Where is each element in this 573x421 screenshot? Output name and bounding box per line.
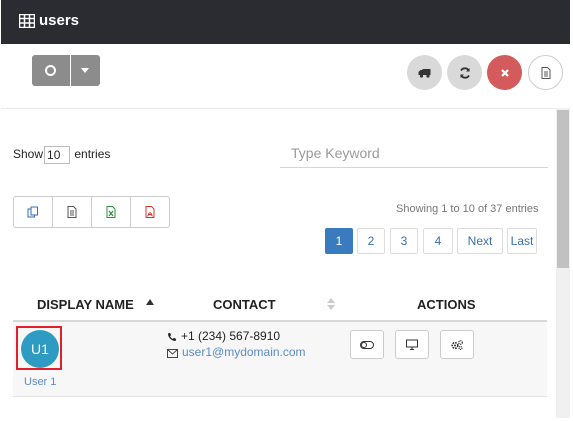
table-grid-icon [19, 14, 35, 28]
monitor-button[interactable] [395, 330, 429, 359]
truck-icon [418, 68, 430, 78]
pdf-button[interactable] [131, 197, 169, 227]
delete-button[interactable] [487, 55, 522, 90]
copy-button[interactable] [14, 197, 53, 227]
status-split-button [32, 55, 100, 86]
entries-select[interactable]: 10 [44, 146, 71, 164]
sort-ascending-icon [146, 299, 154, 305]
truck-button[interactable] [407, 55, 442, 90]
search-placeholder: Type Keyword [291, 145, 380, 161]
next-page-button[interactable]: Next [457, 228, 503, 254]
csv-button[interactable] [53, 197, 92, 227]
refresh-icon [459, 66, 470, 79]
table-info: Showing 1 to 10 of 37 entries [396, 203, 539, 215]
avatar[interactable]: U1 [21, 330, 59, 368]
column-header-display-name[interactable]: DISPLAY NAME [37, 297, 134, 312]
toolbar [1, 44, 570, 109]
phone-contact: +1 (234) 567-8910 [167, 329, 280, 343]
close-icon [500, 68, 509, 77]
page-length-control: Show 10 entries [13, 146, 110, 164]
monitor-icon [406, 339, 418, 350]
column-header-contact[interactable]: CONTACT [213, 297, 276, 312]
excel-button[interactable] [92, 197, 131, 227]
status-button[interactable] [32, 55, 70, 86]
phone-number: +1 (234) 567-8910 [181, 329, 281, 343]
excel-icon [106, 206, 116, 218]
pdf-icon [145, 206, 155, 218]
title-bar: users [1, 0, 570, 44]
page-1-button[interactable]: 1 [325, 228, 353, 254]
column-header-actions: ACTIONS [417, 297, 476, 312]
circle-icon [45, 65, 56, 76]
refresh-button[interactable] [447, 55, 482, 90]
last-page-button[interactable]: Last [507, 228, 537, 254]
gears-icon [451, 339, 463, 350]
email-contact: user1@mydomain.com [167, 345, 306, 359]
export-button-group [13, 196, 170, 228]
user-name-link[interactable]: User 1 [24, 376, 56, 388]
page-3-button[interactable]: 3 [390, 228, 418, 254]
toggle-icon [360, 340, 374, 349]
show-label: Show [13, 147, 44, 162]
page-2-button[interactable]: 2 [357, 228, 385, 254]
search-input[interactable]: Type Keyword [280, 142, 548, 168]
copy-icon [27, 206, 38, 218]
page-title: users [39, 12, 80, 29]
document-button[interactable] [528, 55, 563, 90]
dropdown-toggle-button[interactable] [71, 55, 100, 86]
email-link[interactable]: user1@mydomain.com [182, 345, 306, 359]
entries-label: entries [74, 147, 111, 162]
csv-icon [67, 206, 77, 218]
scrollbar-thumb[interactable] [557, 110, 569, 268]
phone-icon [168, 332, 177, 341]
page-4-button[interactable]: 4 [423, 228, 453, 254]
envelope-icon [167, 349, 178, 358]
document-icon [541, 66, 550, 79]
toggle-button[interactable] [350, 330, 384, 359]
sort-icon [327, 298, 335, 310]
vertical-scrollbar[interactable] [556, 108, 570, 418]
settings-button[interactable] [440, 330, 474, 359]
